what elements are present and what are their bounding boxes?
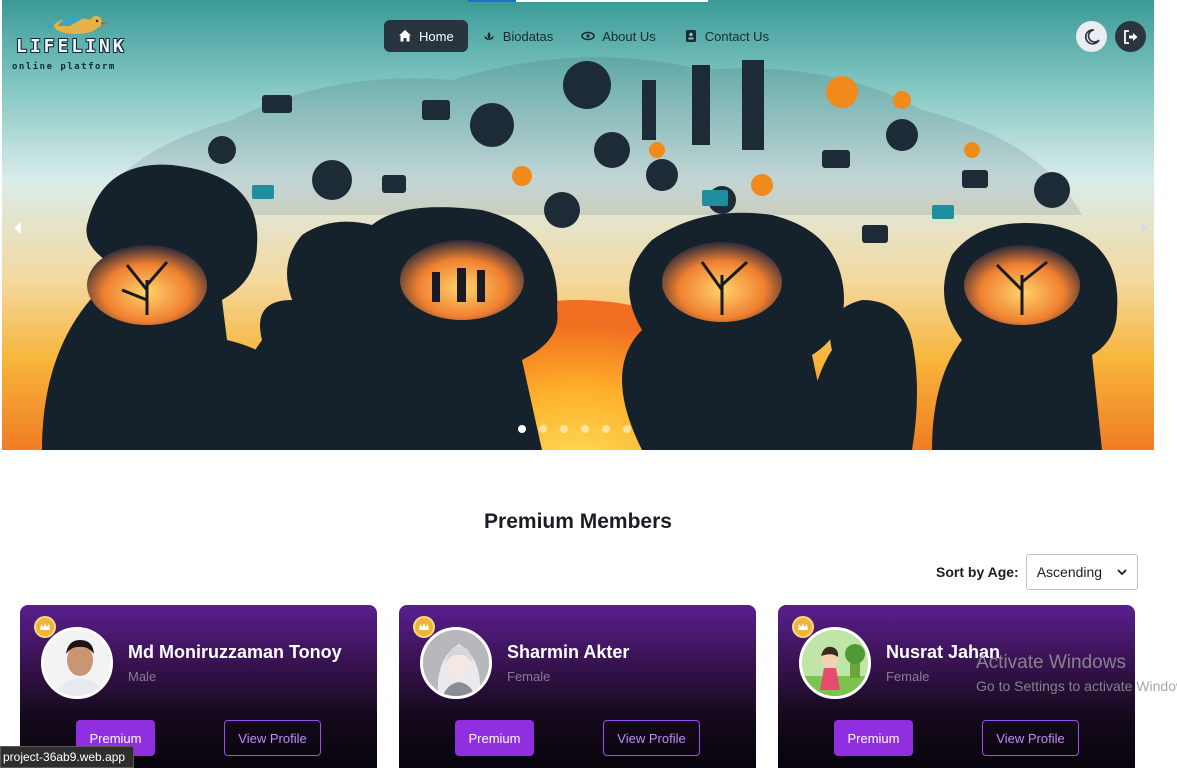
brand-name: LIFELINK <box>16 36 127 57</box>
section-title: Premium Members <box>484 510 672 533</box>
status-bar-url: project-36ab9.web.app <box>0 746 135 768</box>
avatar <box>799 627 871 699</box>
biodata-icon <box>483 32 494 40</box>
main-nav: Home Biodatas About Us Contact Us <box>384 20 783 52</box>
nav-item-label: About Us <box>602 28 656 44</box>
avatar <box>420 627 492 699</box>
bird-logo-icon <box>44 16 109 34</box>
nav-item-label: Home <box>419 28 454 44</box>
premium-badge-button[interactable]: Premium <box>455 720 534 756</box>
sort-control: Sort by Age: Ascending <box>936 554 1138 590</box>
watermark-title: Activate Windows <box>976 652 1126 673</box>
carousel-dot[interactable] <box>518 425 526 433</box>
premium-badge-button[interactable]: Premium <box>834 720 913 756</box>
carousel-dot[interactable] <box>539 425 547 433</box>
nav-item-about[interactable]: About Us <box>567 20 669 52</box>
hero-image <box>42 57 1118 450</box>
home-icon <box>399 30 411 42</box>
nav-item-home[interactable]: Home <box>384 20 468 52</box>
chevron-right-icon <box>1141 222 1148 234</box>
nav-item-label: Biodatas <box>502 28 554 44</box>
carousel-dot[interactable] <box>623 425 631 433</box>
contact-icon <box>685 30 696 42</box>
moon-icon <box>1084 28 1100 45</box>
carousel-dot[interactable] <box>581 425 589 433</box>
nav-item-biodatas[interactable]: Biodatas <box>468 20 568 52</box>
view-profile-button[interactable]: View Profile <box>603 720 700 756</box>
carousel-dot[interactable] <box>602 425 610 433</box>
avatar <box>41 627 113 699</box>
hero-carousel <box>2 0 1154 450</box>
sort-selected-value: Ascending <box>1036 564 1103 580</box>
member-card: Md Moniruzzaman Tonoy Male Premium View … <box>20 605 377 768</box>
member-name: Md Moniruzzaman Tonoy <box>128 642 342 662</box>
chevron-down-icon <box>1117 569 1127 576</box>
logout-icon <box>1123 29 1137 44</box>
brand-logo[interactable]: LIFELINK online platform <box>10 10 140 72</box>
view-profile-button[interactable]: View Profile <box>224 720 321 756</box>
about-icon <box>581 31 596 41</box>
theme-toggle-button[interactable] <box>1076 21 1107 52</box>
member-name: Sharmin Akter <box>507 642 630 662</box>
member-gender: Female <box>507 669 551 684</box>
nav-item-label: Contact Us <box>704 28 770 44</box>
nav-item-contact[interactable]: Contact Us <box>670 20 783 52</box>
sort-label: Sort by Age: <box>936 564 1019 580</box>
watermark-subtitle: Go to Settings to activate Windows. <box>976 678 1177 694</box>
carousel-prev-button[interactable] <box>10 220 26 236</box>
activate-windows-watermark: Activate Windows Go to Settings to activ… <box>976 652 1177 694</box>
carousel-next-button[interactable] <box>1136 220 1152 236</box>
view-profile-button[interactable]: View Profile <box>982 720 1079 756</box>
member-gender: Female <box>886 669 930 684</box>
carousel-indicators <box>518 425 631 433</box>
member-card: Sharmin Akter Female Premium View Profil… <box>399 605 756 768</box>
chevron-left-icon <box>14 222 21 234</box>
member-gender: Male <box>128 669 157 684</box>
sort-age-select[interactable]: Ascending <box>1025 554 1138 590</box>
brand-tagline: online platform <box>12 62 116 72</box>
page-load-progress <box>468 0 708 2</box>
logout-button[interactable] <box>1115 21 1146 52</box>
carousel-dot[interactable] <box>560 425 568 433</box>
page: LIFELINK online platform Home Biodatas A… <box>0 0 1177 768</box>
